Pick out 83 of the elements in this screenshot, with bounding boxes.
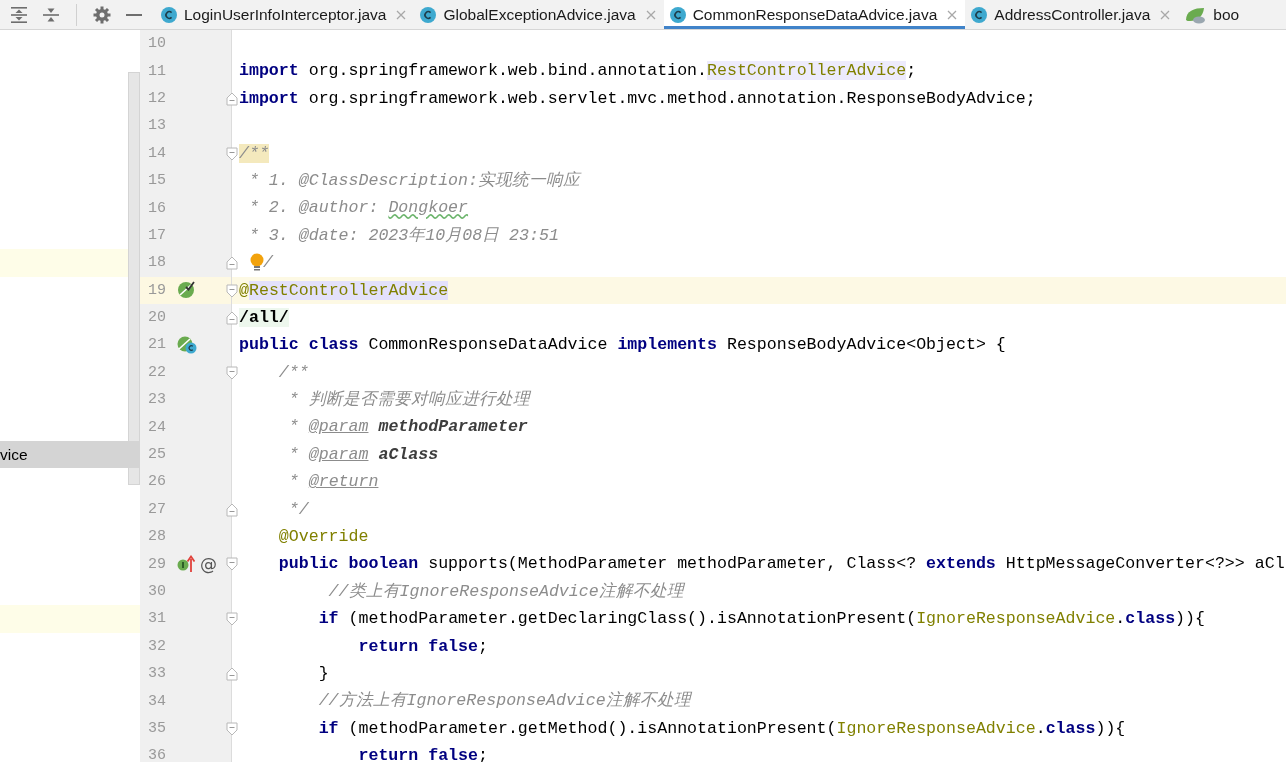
code-line: import org.springframework.web.bind.annotation.RestControllerAdvice; [239,60,917,83]
class-icon [971,6,988,23]
fold-marker-icon[interactable] [226,557,238,572]
code-line: import org.springframework.web.servlet.mvc.method.annotation.ResponseBodyAdvice; [239,87,1036,110]
code-line: if (methodParameter.getDeclaringClass().isAnnotationPresent(IgnoreResponseAdvice.class)){ [317,608,1205,631]
line-number: 34 [148,692,167,710]
code-line: * @param aClass [287,443,439,466]
close-icon[interactable] [645,9,656,20]
editor-tab[interactable]: LoginUserInfoInterceptor.java [155,0,415,29]
editor-tab[interactable]: GlobalExceptionAdvice.java [414,0,664,29]
scrollbar[interactable] [128,72,140,485]
line-number: 25 [148,446,167,464]
code-line: return false; [357,635,488,658]
code-line: / [263,252,273,275]
line-number: 31 [148,610,167,628]
editor-tab[interactable]: CommonResponseDataAdvice.java [663,0,966,29]
line-number: 24 [148,418,167,436]
fold-marker-icon[interactable] [226,667,238,681]
line-number: 13 [148,117,167,135]
line-number: 10 [148,35,167,53]
close-icon[interactable] [396,9,407,20]
fold-marker-icon[interactable] [226,502,238,517]
line-number: 29 [148,555,167,573]
settings-icon[interactable] [93,5,111,24]
fold-marker-icon[interactable] [226,612,238,627]
line-number: 32 [148,637,167,655]
close-icon[interactable] [947,9,958,20]
code-line: * 2. @author: Dongkoer [247,197,469,220]
class-icon [669,6,686,23]
fold-marker-icon[interactable] [226,256,238,271]
line-number: 36 [148,747,167,762]
code-line: //类上有IgnoreResponseAdvice注解不处理 [327,580,684,603]
expand-all-icon[interactable] [10,5,28,24]
line-number: 22 [148,363,167,381]
editor-tab[interactable]: boo [1178,0,1248,29]
code-line: /** [277,361,309,384]
line-number: 26 [148,473,167,491]
close-icon[interactable] [1160,9,1171,20]
code-line: @RestControllerAdvice [239,279,449,302]
line-number: 33 [148,665,167,683]
leaf-class-icon [177,336,197,354]
code-line: //方法上有IgnoreResponseAdvice注解不处理 [317,690,691,713]
line-number: 12 [148,89,167,107]
tree-item[interactable]: vice [0,440,140,469]
class-icon [420,6,437,23]
line-number: 16 [148,199,167,217]
fold-marker-icon[interactable] [226,91,238,106]
line-number: 11 [148,62,167,80]
code-line: } [317,663,329,685]
editor-tab[interactable]: AddressController.java [965,0,1179,29]
line-number: 19 [148,281,167,299]
fold-marker-icon[interactable] [226,283,238,298]
line-number: 14 [148,144,167,162]
line-number: 21 [148,336,167,354]
class-icon [161,6,177,23]
code-line: public boolean supports(MethodParameter methodParameter, Class<? extends HttpMessageConverter<?>> aCl [277,553,1285,576]
fold-marker-icon[interactable] [226,146,238,161]
line-number: 17 [148,226,167,244]
code-line: * 1. @ClassDescription:实现统一响应 [247,169,580,192]
fold-marker-icon[interactable] [226,365,238,380]
code-line: if (methodParameter.getMethod().isAnnotationPresent(IgnoreResponseAdvice.class)){ [317,717,1126,740]
line-number: 15 [148,172,167,190]
code-line: * 判断是否需要对响应进行处理 [287,389,530,412]
fold-marker-icon[interactable] [226,721,238,736]
line-number: 18 [148,254,167,272]
line-number: 30 [148,583,167,600]
code-line: * @param methodParameter [287,416,528,439]
gutter-marker[interactable]: @ [200,554,217,575]
line-number: 27 [148,500,167,518]
line-number: 35 [148,719,167,737]
lightbulb-icon[interactable] [249,251,265,274]
implemented-up-arrow-icon[interactable] [177,555,195,574]
code-line: * @return [287,471,379,494]
line-number: 28 [148,528,167,546]
leaf-check-icon [177,281,195,300]
leaf-cloud-icon [1184,5,1207,24]
fold-marker-icon[interactable] [226,310,238,325]
code-line: @Override [277,526,369,549]
code-line: * 3. @date: 2023年10月08日 23:51 [247,224,559,247]
line-number: 23 [148,391,167,409]
code-line: */ [287,498,309,521]
code-line: public class CommonResponseDataAdvice implements ResponseBodyAdvice<Object> { [239,334,1006,357]
line-number: 20 [148,309,167,327]
